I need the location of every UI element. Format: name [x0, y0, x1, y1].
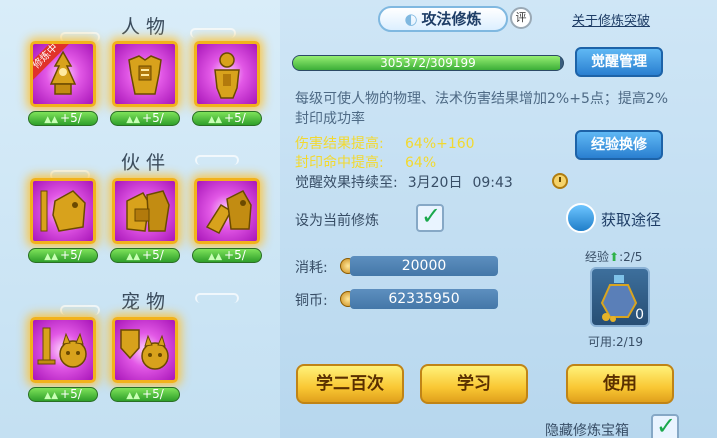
rate-button[interactable]: 评	[510, 7, 532, 29]
level-bar: ▲▲ +5/	[192, 248, 262, 263]
beast-claw-icon	[205, 190, 252, 234]
duration-label: 觉醒效果持续至:	[295, 175, 398, 191]
consume-label: 消耗:	[295, 260, 328, 276]
awaken-manage-button[interactable]: 觉醒管理	[575, 47, 663, 77]
hide-chest-label: 隐藏修炼宝箱	[545, 423, 629, 438]
learn-200-button[interactable]: 学二百次	[296, 364, 404, 404]
progress-text: 305372/309199	[380, 56, 476, 70]
effect-row: 封印命中提高: 64%	[295, 152, 436, 172]
pet-card-sword[interactable]: ▲▲ +5/	[28, 317, 98, 402]
duration-time: 09:43	[472, 175, 513, 191]
progress-bar: 305372/309199	[292, 55, 564, 71]
level-bar: ▲▲ +5/	[110, 111, 180, 126]
cloud-decoration	[190, 28, 236, 38]
level-bar: ▲▲ +5/	[28, 111, 98, 126]
level-bar: ▲▲ +5/	[110, 387, 180, 402]
section-title-partner: 伙伴	[120, 152, 171, 174]
effect-label: 伤害结果提高:	[295, 136, 384, 152]
set-current-checkbox[interactable]: ✓	[416, 202, 444, 232]
cloud-decoration	[195, 155, 239, 165]
effect-row: 伤害结果提高: 64%+160	[295, 133, 475, 153]
coins-value: 62335950	[350, 289, 498, 309]
swirl-icon: ◐	[404, 10, 418, 28]
level-bar: ▲▲ +5/	[192, 111, 262, 126]
effect-value: 64%	[405, 155, 437, 171]
partner-card-sword[interactable]: ▲▲ +5/	[28, 178, 98, 263]
book-icon[interactable]	[566, 203, 596, 233]
arrow-up-icon: ⬆	[609, 250, 620, 264]
pet-shield-icon	[120, 329, 169, 370]
clock-icon	[552, 173, 568, 189]
armor-icon	[128, 55, 162, 95]
beast-armor-icon	[126, 190, 170, 232]
set-current-label: 设为当前修炼	[295, 213, 379, 229]
awaken-duration: 觉醒效果持续至: 3月20日 09:43	[295, 172, 523, 192]
beast-sword-icon	[40, 190, 86, 232]
character-card-warrior[interactable]: ▲▲ +5/	[192, 41, 262, 126]
cultivation-type-panel: 人物 伙伴 宠物 修炼中 ▲▲ +5/ ▲▲ +5/ ▲▲ +5/ ▲▲ +5/…	[0, 0, 280, 438]
section-title-pet: 宠物	[120, 291, 171, 313]
consume-value: 20000	[350, 256, 498, 276]
section-title-character: 人物	[120, 16, 171, 38]
level-bar: ▲▲ +5/	[28, 248, 98, 263]
warrior-icon	[214, 52, 240, 99]
exp-item-slot[interactable]: 0	[590, 267, 650, 327]
checkmark-icon: ✓	[656, 412, 677, 438]
partner-card-claw[interactable]: ▲▲ +5/	[192, 178, 262, 263]
about-breakthrough-link[interactable]: 关于修炼突破	[572, 10, 650, 29]
level-bar: ▲▲ +5/	[110, 248, 180, 263]
effect-label: 封印命中提高:	[295, 155, 384, 171]
page-title: ◐ 攻法修炼	[378, 6, 508, 32]
obtain-link[interactable]: 获取途径	[601, 209, 661, 230]
partner-card-armor[interactable]: ▲▲ +5/	[110, 178, 180, 263]
cloud-decoration	[60, 305, 100, 315]
character-card-amulet[interactable]: 修炼中 ▲▲ +5/	[28, 41, 98, 126]
learn-button[interactable]: 学习	[420, 364, 528, 404]
exp-item-label: 经验⬆:2/5	[585, 250, 643, 264]
duration-date: 3月20日	[407, 175, 463, 191]
checkmark-icon: ✓	[421, 202, 442, 230]
character-card-armor[interactable]: ▲▲ +5/	[110, 41, 180, 126]
pet-sword-icon	[37, 327, 87, 368]
level-bar: ▲▲ +5/	[28, 387, 98, 402]
cloud-decoration	[195, 293, 239, 303]
hide-chest-checkbox[interactable]: ✓	[651, 412, 679, 438]
effect-value: 64%+160	[405, 136, 475, 152]
coins-label: 铜币:	[295, 293, 328, 309]
use-button[interactable]: 使用	[566, 364, 674, 404]
description-text: 每级可使人物的物理、法术伤害结果增加2%+5点；提高2%封印成功率	[295, 91, 669, 127]
available-count: 可用:2/19	[588, 335, 643, 349]
item-count: 0	[635, 307, 644, 323]
pet-card-shield[interactable]: ▲▲ +5/	[110, 317, 180, 402]
exp-exchange-button[interactable]: 经验换修	[575, 130, 663, 160]
